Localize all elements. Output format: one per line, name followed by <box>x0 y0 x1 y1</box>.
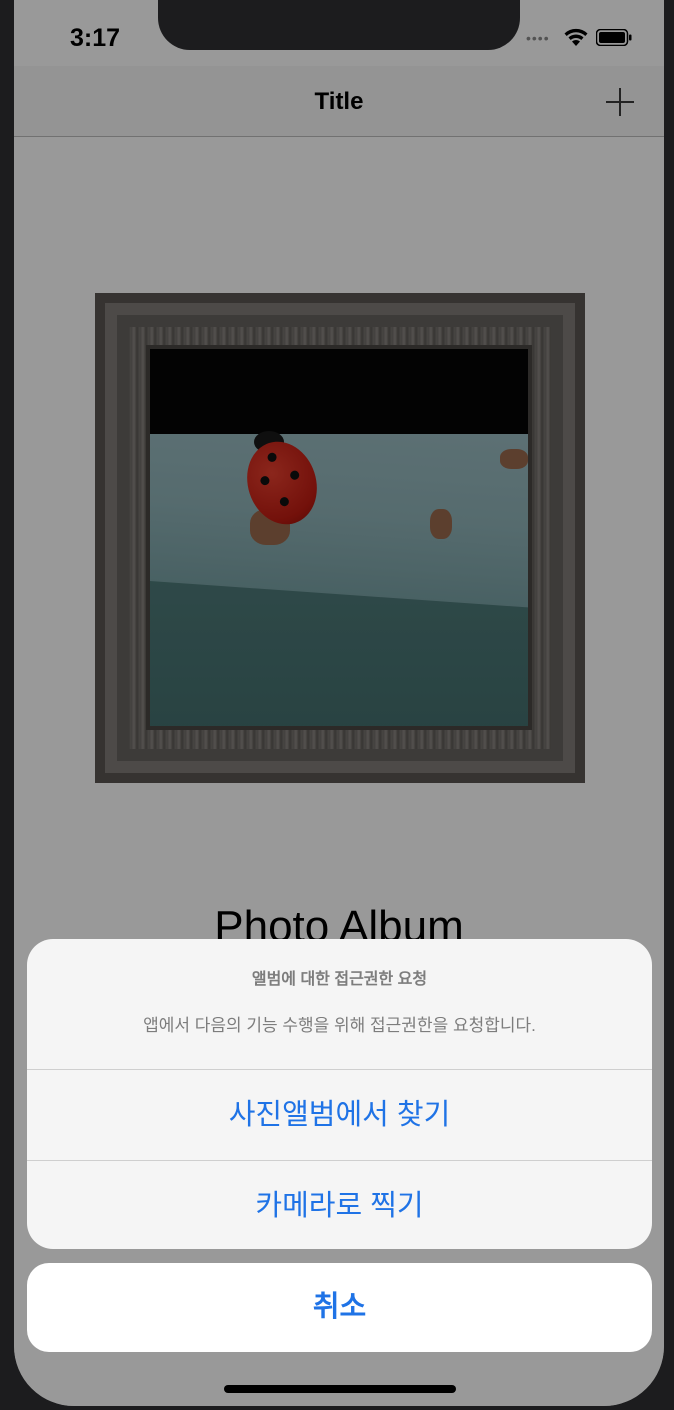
action-sheet-message: 앱에서 다음의 기능 수행을 위해 접근권한을 요청합니다. <box>143 1016 536 1035</box>
choose-from-album-button[interactable]: 사진앨범에서 찾기 <box>27 1070 652 1160</box>
home-indicator <box>224 1385 456 1393</box>
notch <box>158 0 520 50</box>
phone-screen: 3:17 •••• Title Photo Album 앨범에 대한 접근권한 … <box>14 0 664 1406</box>
take-photo-button[interactable]: 카메라로 찍기 <box>27 1160 652 1249</box>
action-sheet: 앨범에 대한 접근권한 요청 앱에서 다음의 기능 수행을 위해 접근권한을 요… <box>27 939 652 1249</box>
action-sheet-header: 앨범에 대한 접근권한 요청 앱에서 다음의 기능 수행을 위해 접근권한을 요… <box>27 939 652 1070</box>
action-sheet-title: 앨범에 대한 접근권한 요청 <box>251 971 428 988</box>
cancel-button[interactable]: 취소 <box>27 1263 652 1352</box>
